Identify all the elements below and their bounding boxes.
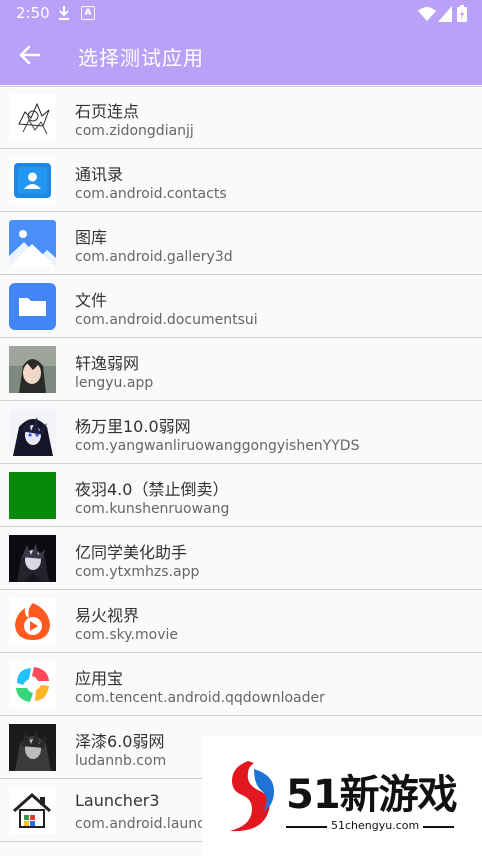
anime-avatar-icon	[9, 409, 56, 456]
app-package: com.kunshenruowang	[75, 501, 230, 517]
list-item[interactable]: 亿同学美化助手 com.ytxmhzs.app	[0, 528, 482, 590]
app-name: 易火视界	[75, 606, 140, 625]
app-package: com.ytxmhzs.app	[75, 564, 200, 580]
brand-name: 51新游戏	[286, 772, 458, 818]
app-package: com.tencent.android.qqdownloader	[75, 690, 325, 706]
app-name: 轩逸弱网	[75, 354, 140, 373]
app-package: com.sky.movie	[75, 627, 178, 643]
status-time: 2:50	[16, 4, 50, 22]
app-package: com.android.documentsui	[75, 312, 258, 328]
brand-url: 51chengyu.com	[327, 819, 424, 832]
list-item[interactable]: 夜羽4.0（禁止倒卖） com.kunshenruowang	[0, 465, 482, 527]
page-title: 选择测试应用	[78, 46, 204, 70]
app-store-icon	[9, 661, 56, 708]
app-name: 石页连点	[75, 102, 140, 121]
status-bar: 2:50 A	[0, 0, 482, 27]
app-name: 杨万里10.0弱网	[75, 417, 191, 436]
anime-avatar-icon	[9, 535, 56, 582]
app-name: 应用宝	[75, 669, 124, 688]
anime-avatar-icon	[9, 346, 56, 393]
sketch-avatar-icon	[9, 94, 56, 141]
wifi-icon	[418, 7, 436, 21]
folder-icon	[9, 283, 56, 330]
signal-icon	[438, 6, 452, 22]
gallery-icon	[9, 220, 56, 267]
list-item[interactable]: 石页连点 com.zidongdianjj	[0, 87, 482, 149]
app-package: com.android.gallery3d	[75, 249, 233, 265]
app-name: 亿同学美化助手	[75, 543, 188, 562]
app-package: ludannb.com	[75, 753, 167, 769]
anime-avatar-icon	[9, 724, 56, 771]
contacts-icon	[9, 157, 56, 204]
app-package: com.yangwanliruowanggongyishenYYDS	[75, 438, 360, 454]
brand-logo-icon	[230, 761, 274, 832]
app-name: 夜羽4.0（禁止倒卖）	[75, 480, 229, 499]
app-bar: 选择测试应用	[0, 27, 482, 85]
app-package: com.android.contacts	[75, 186, 227, 202]
list-item[interactable]: 易火视界 com.sky.movie	[0, 591, 482, 653]
list-item[interactable]: 图库 com.android.gallery3d	[0, 213, 482, 275]
watermark: 51新游戏 51chengyu.com	[202, 736, 482, 856]
green-square-icon	[9, 472, 56, 519]
list-item[interactable]: 通讯录 com.android.contacts	[0, 150, 482, 212]
house-icon	[9, 787, 56, 834]
app-name: Launcher3	[75, 791, 160, 810]
a-notification-icon: A	[81, 6, 95, 20]
app-name: 通讯录	[75, 165, 124, 184]
list-item[interactable]: 文件 com.android.documentsui	[0, 276, 482, 338]
app-package: com.zidongdianjj	[75, 123, 194, 139]
battery-icon	[457, 5, 467, 22]
list-item[interactable]: 轩逸弱网 lengyu.app	[0, 339, 482, 401]
app-package: lengyu.app	[75, 375, 154, 391]
list-item[interactable]: 杨万里10.0弱网 com.yangwanliruowanggongyishen…	[0, 402, 482, 464]
back-arrow-icon[interactable]	[17, 42, 43, 68]
app-name: 泽漆6.0弱网	[75, 732, 165, 751]
list-item[interactable]: 应用宝 com.tencent.android.qqdownloader	[0, 654, 482, 716]
app-name: 文件	[75, 291, 108, 310]
download-icon	[59, 6, 69, 20]
play-flame-icon	[9, 598, 56, 645]
app-name: 图库	[75, 228, 108, 247]
